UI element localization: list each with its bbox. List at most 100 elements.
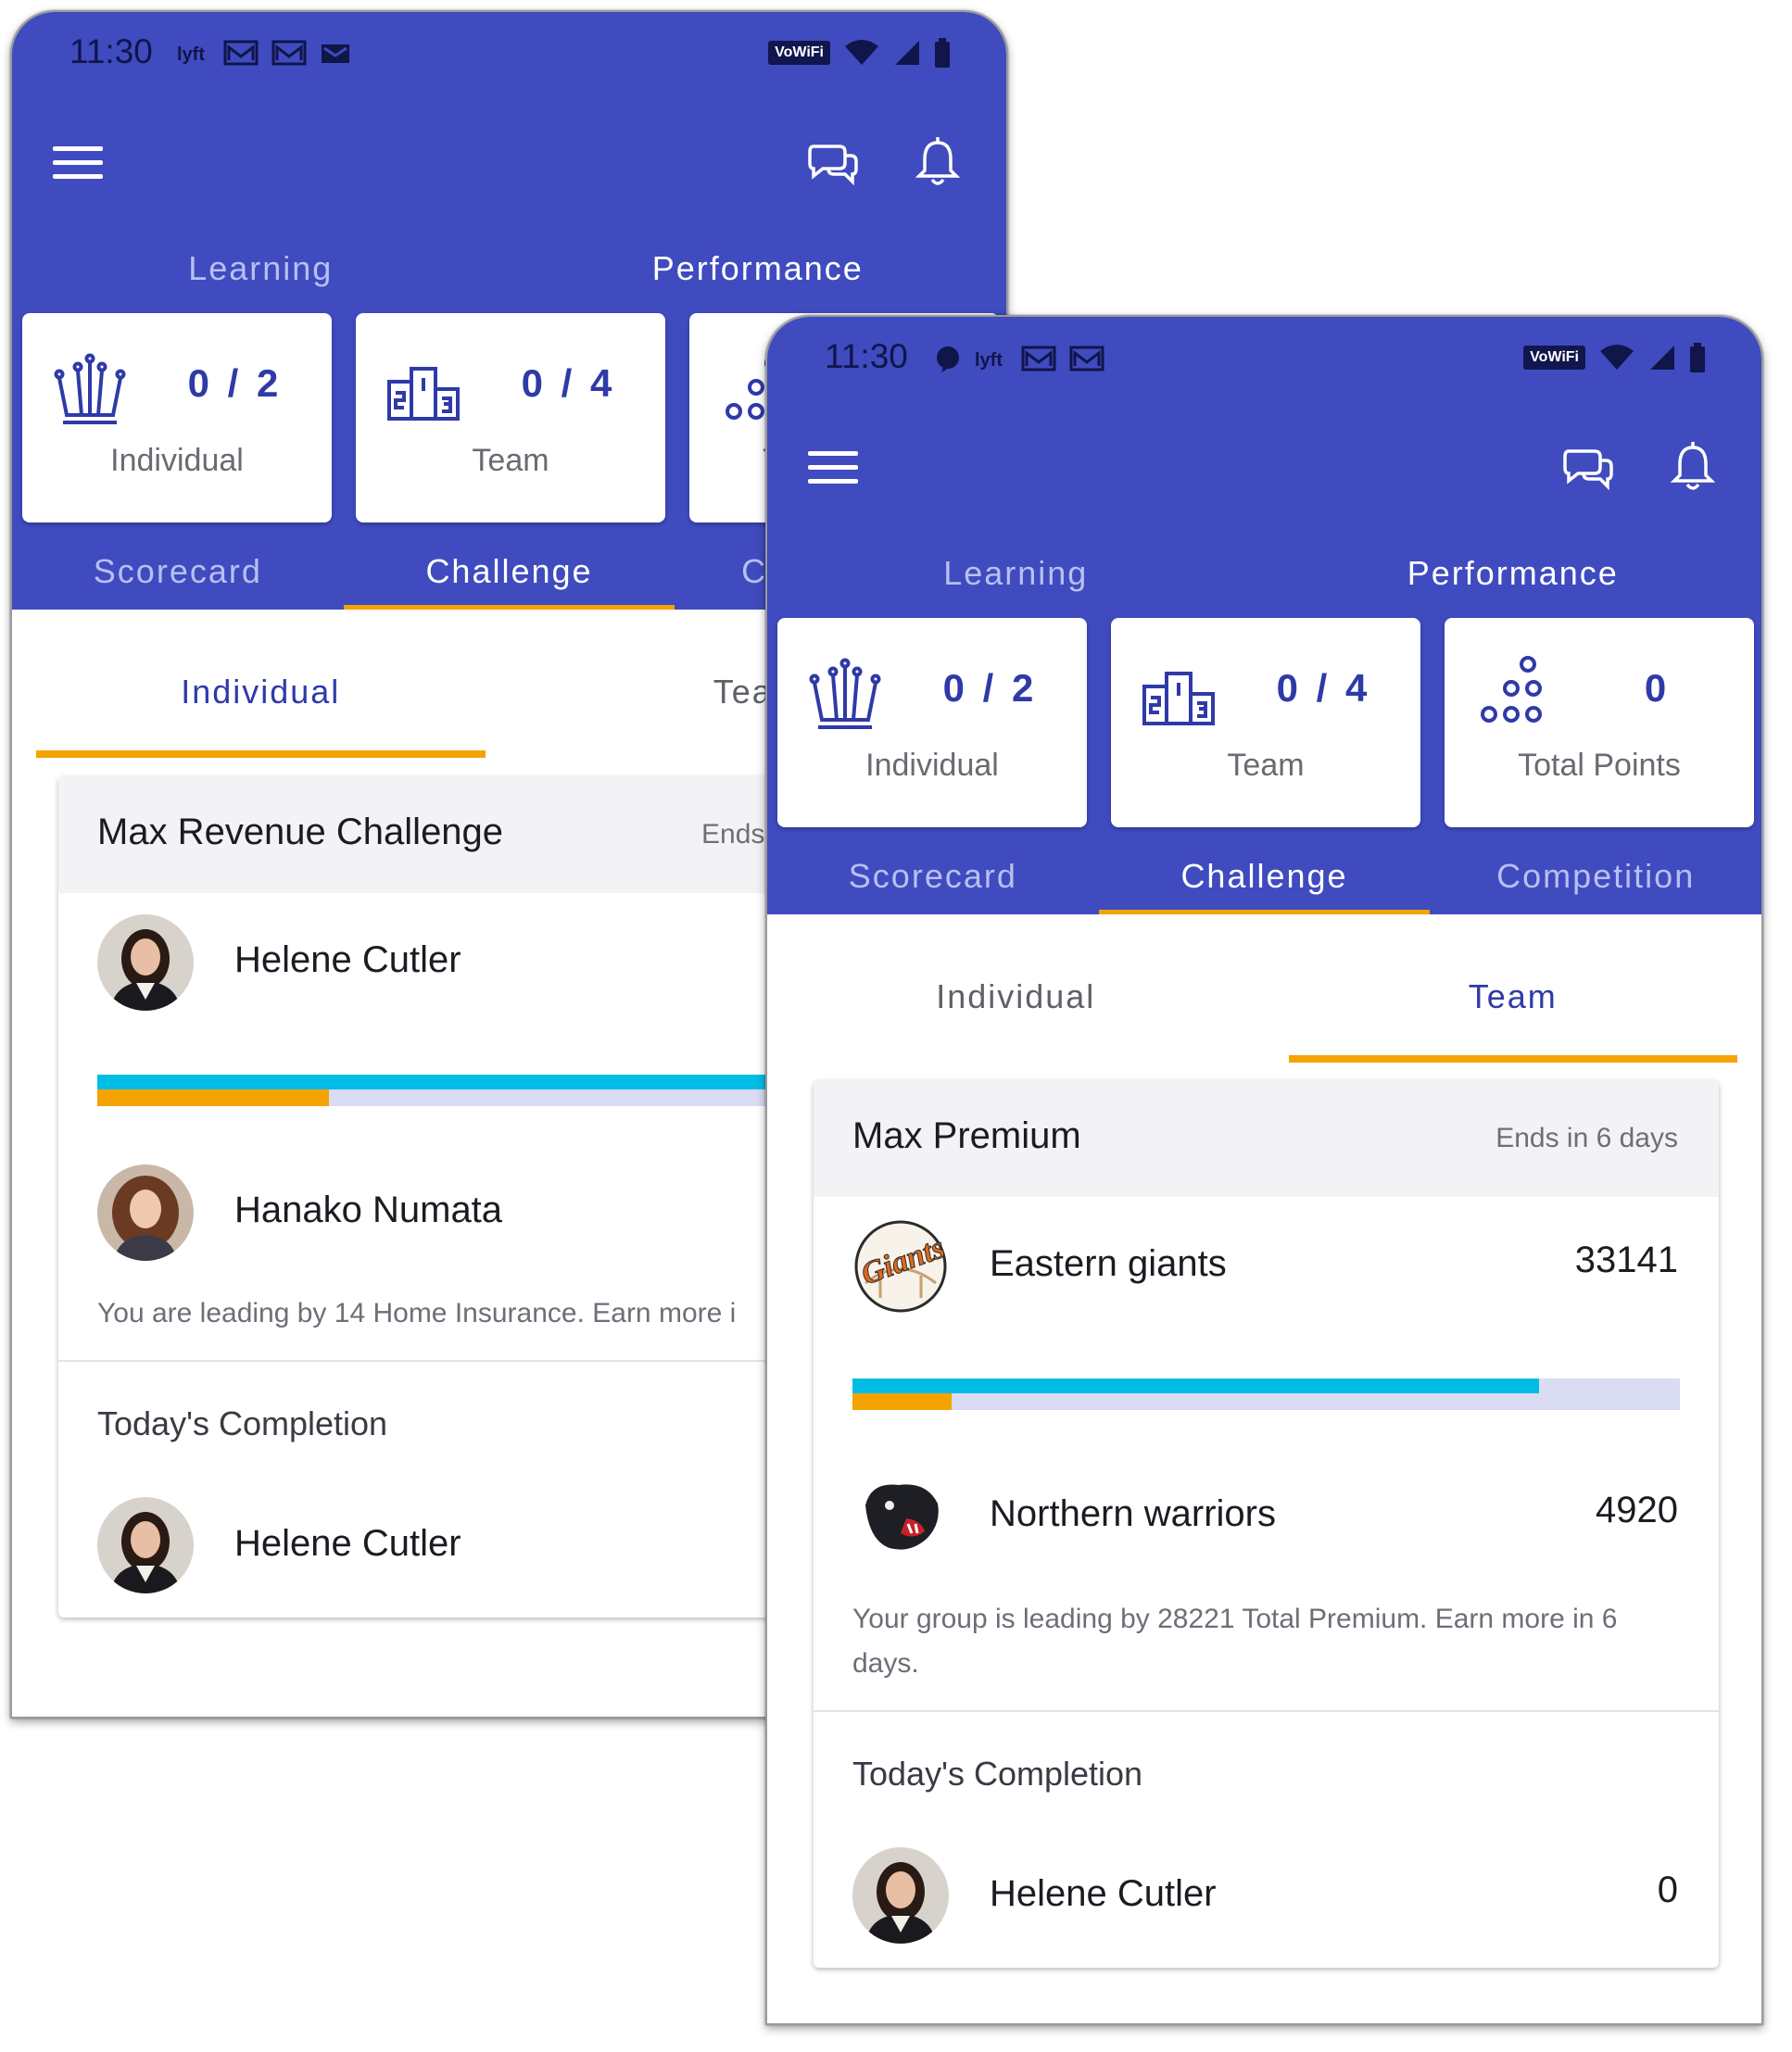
- mail-icon: [1069, 346, 1104, 371]
- system-status-icons: VoWiFi: [768, 38, 951, 68]
- tab-challenge[interactable]: Challenge: [1098, 842, 1431, 914]
- mail-icon: [271, 40, 307, 66]
- progress-track: [852, 1378, 1680, 1410]
- bell-icon[interactable]: [915, 137, 960, 187]
- battery-icon: [1690, 343, 1705, 372]
- challenge-card: Max Premium Ends in 6 days Giants Easter…: [814, 1080, 1719, 1968]
- status-bar: 11:30 lyft VoWiFi: [767, 317, 1761, 396]
- lyft-icon: lyft: [975, 350, 1003, 370]
- progress-bar-leader: [852, 1378, 1540, 1393]
- top-tabs: Learning Performance: [12, 234, 1006, 299]
- leader-row[interactable]: Giants Eastern giants 33141: [814, 1197, 1719, 1336]
- team-name: Eastern giants: [990, 1243, 1227, 1284]
- team-score: 33141: [1574, 1240, 1678, 1280]
- signal-icon: [895, 41, 919, 65]
- menu-icon[interactable]: [53, 146, 103, 183]
- top-tabs: Learning Performance: [767, 539, 1761, 604]
- completion-value: 0: [1657, 1869, 1678, 1910]
- avatar: [97, 914, 194, 1011]
- challenge-ends: Ends: [701, 819, 765, 850]
- segment-tabs: Individual Team: [767, 914, 1761, 1063]
- sub-tabs: Scorecard Challenge Competition: [767, 842, 1761, 914]
- challenge-header: Max Premium Ends in 6 days: [814, 1080, 1719, 1197]
- stat-label: Team: [1227, 748, 1305, 783]
- stat-label: Team: [472, 443, 549, 478]
- stat-card-team[interactable]: 0 / 4 Team: [1111, 618, 1420, 827]
- stat-label: Individual: [110, 443, 244, 478]
- stat-value: 0: [1644, 666, 1671, 710]
- stat-value: 0 / 4: [521, 361, 616, 405]
- giants-logo: Giants: [854, 1220, 949, 1313]
- stat-value: 0 / 2: [942, 666, 1038, 710]
- bell-icon[interactable]: [1671, 442, 1715, 492]
- segment-individual[interactable]: Individual: [767, 914, 1265, 1063]
- notification-icons: lyft: [177, 40, 351, 66]
- chat-icon[interactable]: [806, 141, 858, 187]
- wifi-icon: [1600, 345, 1634, 370]
- stat-value: 0 / 2: [187, 361, 283, 405]
- completion-title: Today's Completion: [852, 1755, 1143, 1793]
- stat-card-total-points[interactable]: 0 Total Points: [1445, 618, 1754, 827]
- team-name: Northern warriors: [990, 1493, 1276, 1534]
- mail-icon: [322, 44, 349, 63]
- panther-logo: [852, 1468, 949, 1565]
- challenge-title: Max Premium: [852, 1115, 1081, 1156]
- progress-bar-user: [852, 1393, 953, 1410]
- avatar: [852, 1847, 949, 1944]
- stat-card-individual[interactable]: 0 / 2 Individual: [22, 313, 332, 522]
- status-time: 11:30: [825, 337, 908, 375]
- phone-screen-team: 11:30 lyft VoWiFi Learning Performance 0…: [765, 315, 1763, 2025]
- chat-bubble-icon: [937, 346, 959, 372]
- lyft-icon: lyft: [177, 44, 205, 64]
- completion-row[interactable]: Helene Cutler 0: [814, 1810, 1719, 1968]
- lead-message: Your group is leading by 28221 Total Pre…: [814, 1579, 1719, 1712]
- stat-card-team[interactable]: 0 / 4 Team: [356, 313, 665, 522]
- podium-icon: [387, 367, 460, 421]
- completion-name: Helene Cutler: [990, 1873, 1217, 1914]
- tab-learning[interactable]: Learning: [12, 234, 510, 299]
- stat-label: Total Points: [1518, 748, 1681, 783]
- vowifi-badge: VoWiFi: [1523, 346, 1585, 370]
- leader-row[interactable]: Northern warriors 4920: [814, 1447, 1719, 1579]
- team-score: 4920: [1596, 1490, 1678, 1530]
- tab-scorecard[interactable]: Scorecard: [767, 842, 1099, 914]
- progress-bar-user: [97, 1089, 330, 1106]
- dots-triangle-icon: [1481, 656, 1542, 723]
- challenge-title: Max Revenue Challenge: [97, 812, 504, 852]
- tab-scorecard[interactable]: Scorecard: [12, 537, 344, 610]
- stat-card-individual[interactable]: 0 / 2 Individual: [777, 618, 1087, 827]
- notification-icons: lyft: [934, 345, 1104, 372]
- app-bar: Learning Performance: [767, 396, 1761, 604]
- tab-learning[interactable]: Learning: [767, 539, 1265, 604]
- svg-text:lyft: lyft: [975, 350, 1003, 370]
- leader-name: Helene Cutler: [234, 939, 461, 980]
- svg-text:lyft: lyft: [177, 44, 205, 64]
- menu-icon[interactable]: [808, 451, 858, 488]
- stat-value: 0 / 4: [1276, 666, 1371, 710]
- crown-icon: [54, 353, 126, 424]
- tab-performance[interactable]: Performance: [1264, 539, 1762, 604]
- wifi-icon: [845, 40, 878, 65]
- completion-name: Helene Cutler: [234, 1523, 461, 1564]
- battery-icon: [935, 38, 950, 68]
- status-bar: 11:30 lyft VoWiFi: [12, 12, 1006, 91]
- segment-team[interactable]: Team: [1265, 914, 1762, 1063]
- vowifi-badge: VoWiFi: [768, 41, 830, 65]
- tab-challenge[interactable]: Challenge: [343, 537, 675, 610]
- leader-name: Hanako Numata: [234, 1190, 503, 1230]
- tab-competition[interactable]: Competition: [1430, 842, 1761, 914]
- challenge-ends: Ends in 6 days: [1495, 1123, 1678, 1153]
- stats-band: 0 / 2 Individual 0 / 4 Team 0 Total Poin…: [767, 599, 1761, 914]
- stat-label: Individual: [865, 748, 999, 783]
- segment-individual[interactable]: Individual: [12, 610, 510, 758]
- app-bar: Learning Performance: [12, 91, 1006, 299]
- mail-icon: [1021, 346, 1056, 371]
- podium-icon: [1142, 672, 1215, 725]
- crown-icon: [809, 658, 881, 729]
- system-status-icons: VoWiFi: [1523, 343, 1706, 372]
- signal-icon: [1650, 346, 1674, 370]
- chat-icon[interactable]: [1561, 446, 1613, 492]
- status-time: 11:30: [69, 32, 153, 70]
- avatar: [97, 1497, 194, 1593]
- tab-performance[interactable]: Performance: [509, 234, 1007, 299]
